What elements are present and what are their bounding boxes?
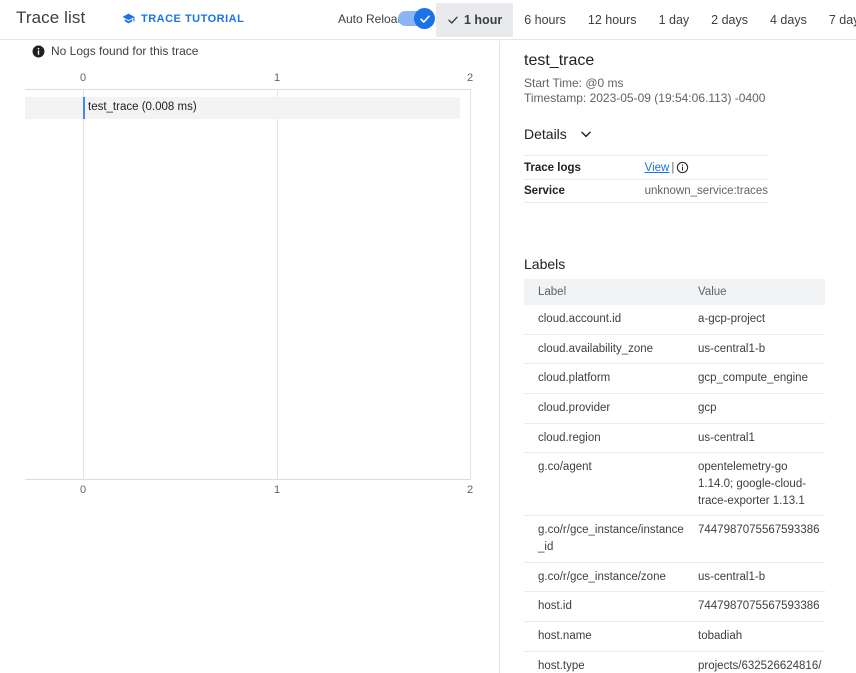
time-range-4-days[interactable]: 4 days [759,3,818,37]
axis-tick-top-0: 0 [79,72,87,84]
label-value: gcp_compute_engine [684,363,825,395]
time-range-label: 4 days [770,13,807,27]
label-value: tobadiah [684,621,825,652]
label-key: cloud.account.id [524,305,684,335]
trace-logs-value: View | [644,155,768,180]
check-icon [448,16,458,24]
top-bar: Trace list TRACE TUTORIAL Auto Reload 1 … [0,0,856,40]
table-row: host.name tobadiah [524,621,825,652]
span-label: test_trace (0.008 ms) [88,101,197,113]
time-range-label: 12 hours [587,13,637,27]
detail-timestamp: Timestamp: 2023-05-09 (19:54:06.113) -04… [524,91,766,105]
axis-tick-top-1: 1 [273,72,281,84]
axis-tick-top-2: 2 [466,72,474,84]
info-filled-icon [32,45,45,57]
table-row: Service unknown_service:traces [524,179,768,203]
table-row: cloud.availability_zone us-central1-b [524,334,825,365]
labels-table: Label Value cloud.account.id a-gcp-proje… [524,279,825,673]
time-range-label: 1 day [658,13,690,27]
no-logs-message: No Logs found for this trace [51,44,199,58]
page-title: Trace list [16,8,86,27]
time-range-label: 6 hours [524,13,566,27]
axis-tick-bottom-1: 1 [273,484,281,496]
trace-logs-view-link[interactable]: View [645,162,670,174]
axis-tick-bottom-0: 0 [79,484,87,496]
time-range-12-hours[interactable]: 12 hours [577,3,648,37]
no-logs-notice: No Logs found for this trace [32,44,198,58]
gridline-1 [277,89,278,480]
toggle-knob [414,8,436,29]
table-row: g.co/r/gce_instance/instance_id 74479870… [524,515,825,563]
table-row: Trace logs View | [524,155,768,180]
trace-logs-key: Trace logs [524,155,645,180]
table-row: cloud.platform gcp_compute_engine [524,363,825,395]
auto-reload-toggle[interactable] [398,8,436,29]
label-key: g.co/agent [524,452,684,517]
label-key: g.co/r/gce_instance/instance_id [524,515,684,563]
label-value: 7447987075567593386 [684,515,825,563]
axis-bottom-line [25,479,471,480]
column-header-value: Value [684,279,825,305]
time-range-label: 2 days [711,13,748,27]
trace-detail-pane: test_trace Start Time: @0 ms Timestamp: … [501,41,856,673]
separator: | [671,162,675,174]
table-row: host.type projects/632526624816/machineT… [524,651,825,673]
label-value: projects/632526624816/machineTypes/e2-sm… [684,651,825,673]
chevron-down-icon [581,131,591,138]
detail-title: test_trace [524,52,595,69]
auto-reload-control[interactable]: Auto Reload [338,8,436,29]
label-key: cloud.region [524,423,684,454]
label-key: host.name [524,621,684,652]
details-section-toggle[interactable]: Details [524,126,593,142]
label-value: opentelemetry-go 1.14.0; google-cloud-tr… [684,452,825,517]
gridline-2 [470,89,471,480]
labels-title: Labels [524,256,566,272]
label-value: a-gcp-project [684,305,825,335]
label-key: g.co/r/gce_instance/zone [524,562,684,593]
graduation-cap-icon [121,12,136,25]
info-outline-icon[interactable] [676,161,689,174]
time-range-7-days[interactable]: 7 days [818,3,856,37]
labels-table-header: Label Value [524,279,825,305]
table-row: host.id 7447987075567593386 [524,591,825,623]
label-value: gcp [684,393,825,424]
time-range-2-days[interactable]: 2 days [700,3,759,37]
time-range-6-hours[interactable]: 6 hours [513,3,577,37]
time-range-label: 7 days [828,13,856,27]
label-value: us-central1-b [684,334,825,365]
label-key: cloud.provider [524,393,684,424]
table-row: g.co/r/gce_instance/zone us-central1-b [524,562,825,593]
auto-reload-label: Auto Reload [338,11,405,26]
label-key: host.type [524,651,684,673]
label-value: us-central1-b [684,562,825,593]
label-key: cloud.availability_zone [524,334,684,365]
trace-tutorial-link[interactable]: TRACE TUTORIAL [121,12,244,25]
table-row: g.co/agent opentelemetry-go 1.14.0; goog… [524,452,825,517]
axis-top-line [25,89,471,90]
column-header-label: Label [524,279,684,305]
label-value: us-central1 [684,423,825,454]
time-range-group: 1 hour 6 hours 12 hours 1 day 2 days 4 d… [436,3,856,37]
table-row: cloud.provider gcp [524,393,825,424]
label-value: 7447987075567593386 [684,591,825,623]
waterfall-chart: 0 1 2 0 1 2 test_trace (0.008 ms) [25,67,474,496]
time-range-1-day[interactable]: 1 day [648,3,701,37]
check-icon [419,14,430,23]
details-label: Details [524,126,567,142]
table-row: cloud.account.id a-gcp-project [524,305,825,335]
service-value: unknown_service:traces [644,179,768,203]
time-range-label: 1 hour [464,13,503,27]
gridline-0 [83,89,84,480]
label-key: cloud.platform [524,363,684,395]
label-key: host.id [524,591,684,623]
service-key: Service [524,179,645,203]
span-bar[interactable] [83,97,85,119]
time-range-1-hour[interactable]: 1 hour [436,3,514,37]
trace-waterfall-pane: No Logs found for this trace 0 1 2 0 1 2… [0,41,500,673]
axis-tick-bottom-2: 2 [466,484,474,496]
table-row: cloud.region us-central1 [524,423,825,454]
trace-tutorial-label: TRACE TUTORIAL [141,12,245,25]
details-table: Trace logs View | Service unknown_service… [524,155,768,203]
detail-start-time: Start Time: @0 ms [524,76,624,90]
